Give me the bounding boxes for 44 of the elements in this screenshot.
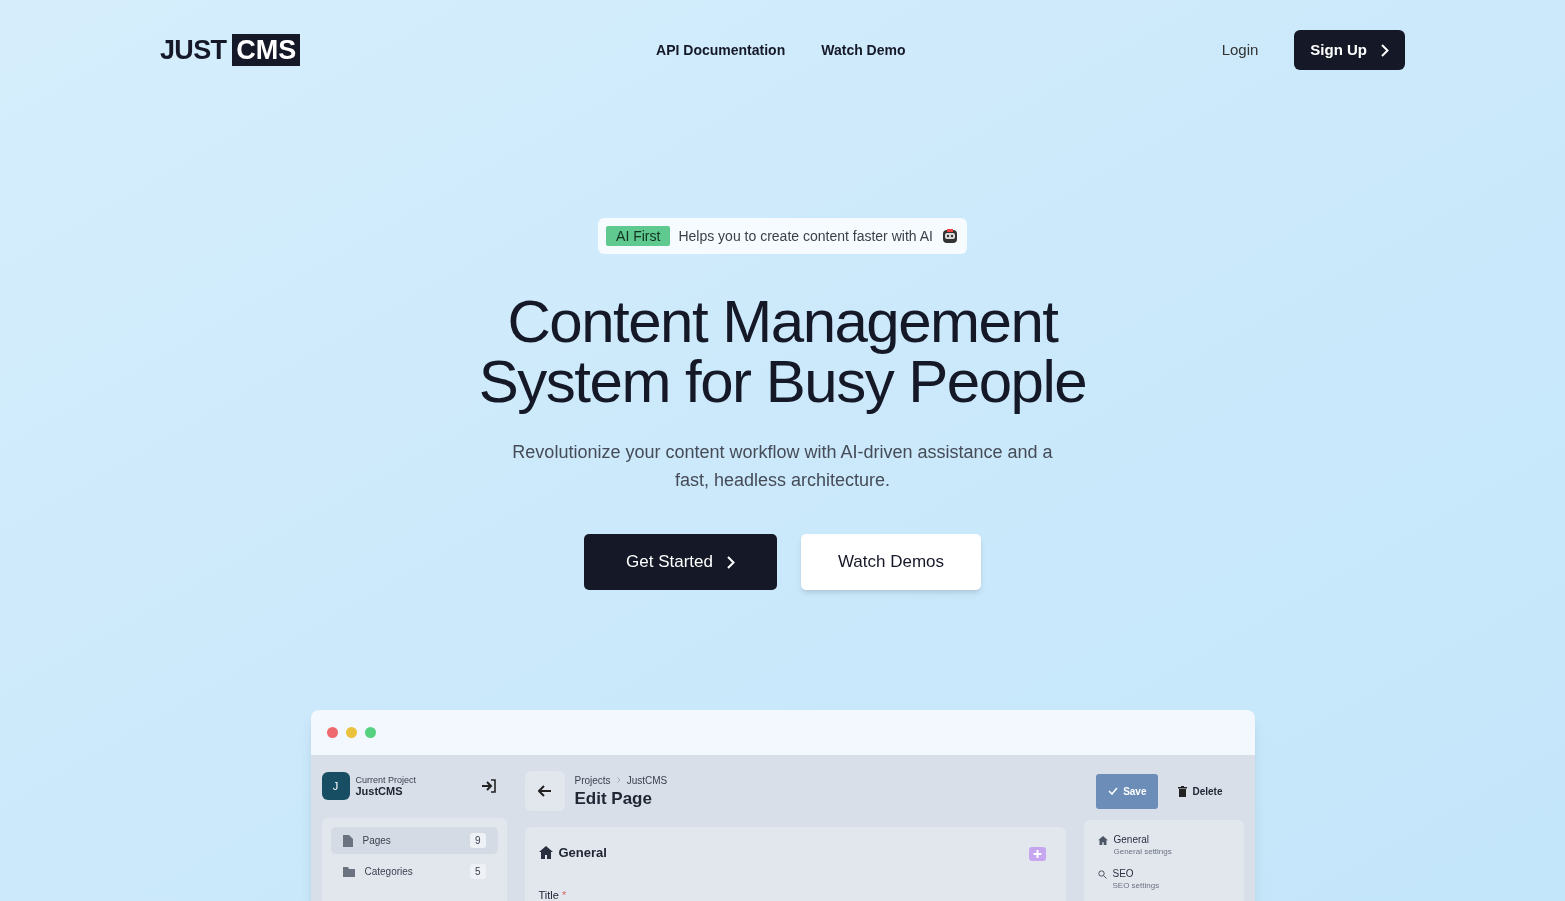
robot-icon (940, 227, 959, 245)
arrow-left-icon (537, 785, 552, 797)
sign-in-icon[interactable] (480, 779, 497, 793)
trash-icon (1178, 785, 1188, 797)
hero-subtitle: Revolutionize your content workflow with AI-driven assistance and a fast, headless architecture. (512, 441, 1053, 492)
sidebar-item[interactable]: Categories 5 (330, 858, 498, 885)
sidebar-item-label: Categories (364, 865, 413, 879)
sidebar-item-label: Pages (362, 834, 391, 848)
nav-link[interactable]: API Documentation (656, 39, 786, 61)
field-label: Title (538, 888, 559, 901)
hero-title: Content Management System for Busy People (478, 292, 1087, 412)
ai-first-tag: AI First (606, 226, 671, 246)
file-icon (342, 834, 353, 847)
project-avatar: J (321, 772, 350, 800)
outline-item[interactable]: SEO SEO settings (1097, 868, 1230, 892)
chevron-right-icon (726, 555, 735, 569)
project-name: JustCMS (355, 786, 404, 797)
check-icon (1108, 787, 1119, 795)
required-mark: * (561, 888, 567, 901)
logo-text: JUST (160, 33, 227, 67)
breadcrumb-link[interactable]: JustCMS (626, 772, 668, 788)
home-icon (1097, 836, 1108, 845)
page-title: Edit Page (574, 787, 653, 810)
home-icon (538, 846, 553, 860)
project-label: Current Project (355, 775, 417, 786)
folder-icon (342, 866, 355, 877)
login-link[interactable]: Login (1221, 38, 1259, 62)
delete-button[interactable]: Delete (1170, 773, 1231, 809)
watch-demos-button[interactable]: Watch Demos (801, 534, 981, 590)
count-badge: 9 (469, 833, 486, 848)
nav-link[interactable]: Watch Demo (821, 39, 906, 61)
get-started-button[interactable]: Get Started (584, 534, 777, 590)
count-badge: 5 (469, 864, 486, 879)
outline-item[interactable]: General General settings (1097, 834, 1230, 858)
sidebar-item[interactable]: Pages 9 (330, 827, 498, 854)
chevron-right-icon (1381, 43, 1389, 57)
sign-up-button[interactable]: Sign Up (1294, 30, 1405, 70)
section-title: General (558, 844, 607, 862)
logo-text: CMS (232, 34, 301, 66)
search-icon (1097, 870, 1107, 879)
chevron-right-icon (616, 777, 621, 783)
breadcrumb-link[interactable]: Projects (574, 772, 611, 788)
back-button[interactable] (524, 771, 565, 811)
badge-text: Helps you to create content faster with AI (678, 226, 933, 246)
